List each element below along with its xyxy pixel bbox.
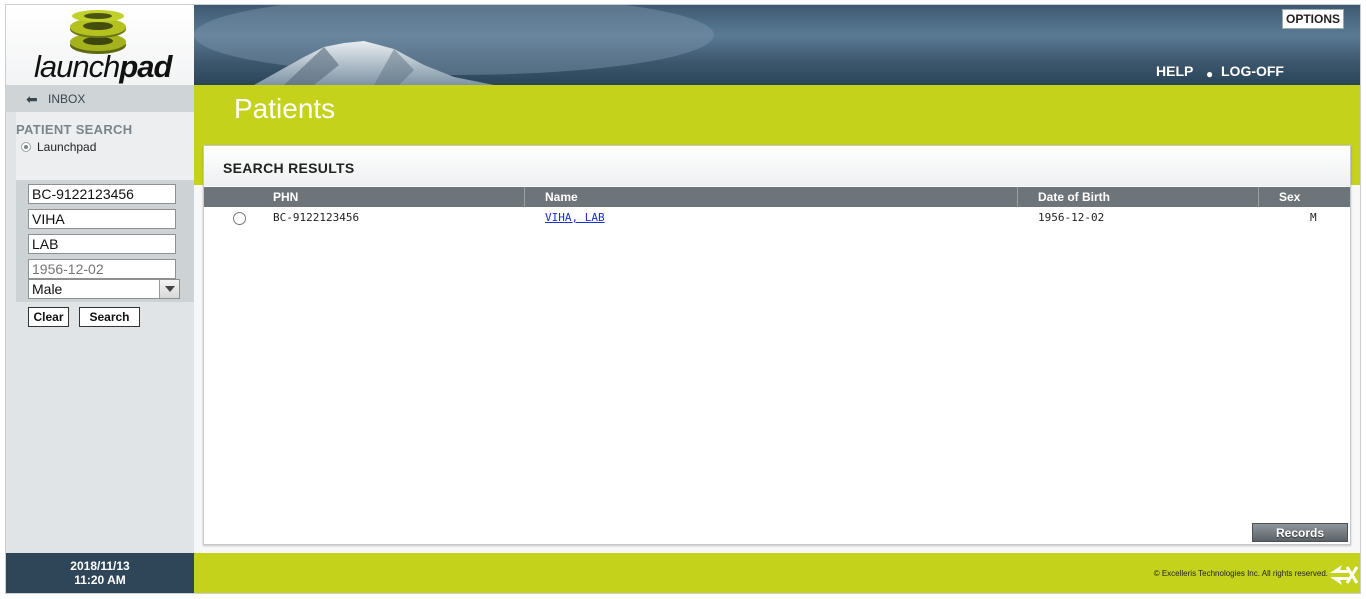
cell-name-link[interactable]: VIHA, LAB: [545, 211, 605, 224]
chevron-down-icon[interactable]: [159, 280, 179, 298]
phn-input[interactable]: [28, 184, 176, 204]
launchpad-radio-label: Launchpad: [37, 140, 97, 154]
footer: © Excelleris Technologies Inc. All right…: [194, 553, 1360, 593]
clear-button[interactable]: Clear: [28, 307, 69, 327]
arrow-left-icon: ⬅: [26, 91, 38, 107]
sex-select[interactable]: Male: [28, 279, 180, 299]
header-separator: ●: [1206, 67, 1214, 81]
dob-input[interactable]: [28, 259, 176, 279]
sex-select-value: Male: [32, 281, 63, 297]
launchpad-radio[interactable]: [21, 142, 31, 152]
inbox-link[interactable]: ⬅ INBOX: [6, 85, 194, 112]
panel-header: SEARCH RESULTS: [204, 146, 1350, 186]
copyright-text: © Excelleris Technologies Inc. All right…: [1153, 569, 1328, 578]
current-date: 2018/11/13: [70, 559, 130, 573]
header-banner: OPTIONS HELP ● LOG-OFF: [194, 5, 1360, 85]
help-link[interactable]: HELP: [1156, 63, 1193, 79]
cell-dob: 1956-12-02: [1038, 211, 1105, 224]
column-header-phn[interactable]: PHN: [253, 187, 523, 207]
first-name-input[interactable]: [28, 234, 176, 254]
row-select-radio[interactable]: [233, 212, 246, 225]
search-button[interactable]: Search: [79, 307, 140, 327]
records-button[interactable]: Records: [1252, 523, 1348, 542]
cell-sex: M: [1310, 211, 1317, 224]
search-results-title: SEARCH RESULTS: [223, 160, 355, 176]
results-table-header: PHN Name Date of Birth Sex: [204, 187, 1350, 207]
inbox-label: INBOX: [48, 92, 86, 106]
last-name-input[interactable]: [28, 209, 176, 229]
app-window: launchpad OPTIONS HELP ● LOG-OFF ⬅ INBOX: [5, 4, 1361, 594]
sidebar: ⬅ INBOX PATIENT SEARCH Launchpad Male Cl…: [6, 85, 194, 553]
column-header-name[interactable]: Name: [524, 187, 1016, 207]
excelleris-logo-icon: [1330, 565, 1358, 585]
table-row[interactable]: BC-9122123456 VIHA, LAB 1956-12-02 M: [204, 207, 1350, 229]
column-header-sex[interactable]: Sex: [1258, 187, 1350, 207]
logo-text: launchpad: [34, 49, 172, 84]
patient-search-title: PATIENT SEARCH: [16, 122, 133, 137]
current-time: 11:20 AM: [74, 573, 126, 587]
logoff-link[interactable]: LOG-OFF: [1221, 63, 1284, 79]
column-header-dob[interactable]: Date of Birth: [1017, 187, 1257, 207]
page-title: Patients: [234, 93, 336, 124]
cell-phn: BC-9122123456: [273, 211, 360, 224]
logo-area: launchpad: [6, 5, 194, 85]
datetime-panel: 2018/11/13 11:20 AM: [6, 553, 194, 593]
search-results-panel: SEARCH RESULTS PHN Name Date of Birth Se…: [203, 145, 1351, 545]
options-button[interactable]: OPTIONS: [1281, 9, 1344, 29]
